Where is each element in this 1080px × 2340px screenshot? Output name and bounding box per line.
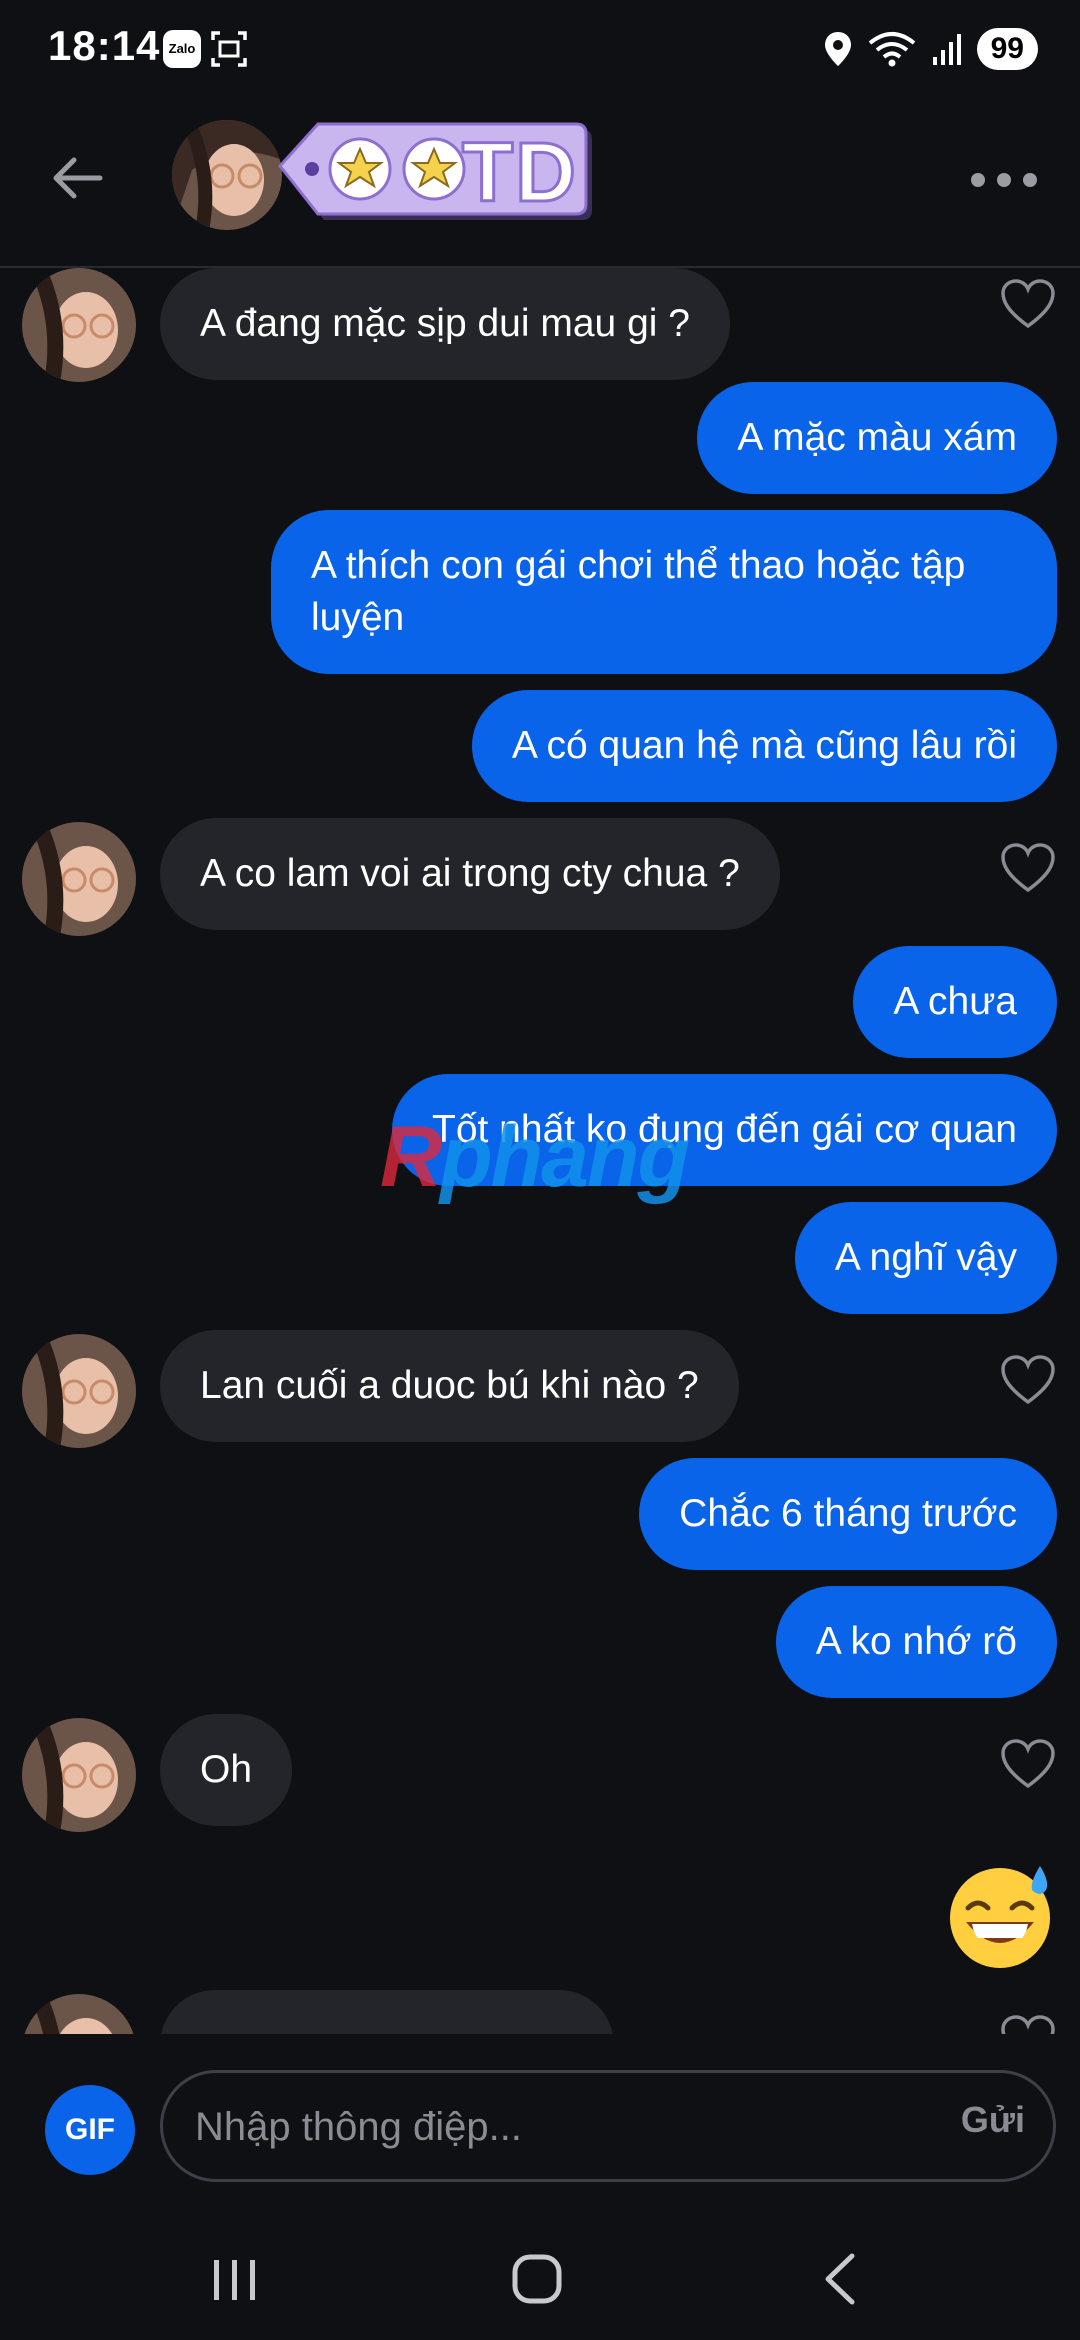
screenshot-icon xyxy=(211,31,247,67)
message-composer: GIF Gửi xyxy=(0,2034,1080,2214)
chat-header: TD xyxy=(0,100,1080,268)
message-bubble-outgoing[interactable]: A mặc màu xám xyxy=(697,382,1057,494)
sender-avatar[interactable] xyxy=(22,268,136,382)
sender-avatar[interactable] xyxy=(22,1994,136,2034)
back-arrow-icon[interactable] xyxy=(46,146,110,210)
back-icon[interactable] xyxy=(806,2244,876,2314)
signal-icon xyxy=(932,34,961,65)
status-bar: 18:14 Zalo 99 xyxy=(0,0,1080,100)
message-bubble-incoming[interactable]: Lan cuối a duoc bú khi nào ? xyxy=(160,1330,739,1442)
more-icon[interactable] xyxy=(964,160,1044,200)
message-bubble-incoming[interactable]: A đang mặc sịp dui mau gi ? xyxy=(160,268,730,380)
heart-icon[interactable] xyxy=(1000,1738,1056,1790)
message-bubble-outgoing[interactable]: A thích con gái chơi thể thao hoặc tập l… xyxy=(271,510,1057,674)
message-bubble-outgoing[interactable]: A ko nhớ rõ xyxy=(775,1586,1057,1698)
heart-icon[interactable] xyxy=(1000,278,1056,330)
message-bubble-incoming[interactable]: Oh xyxy=(160,1714,293,1826)
status-time: 18:14 xyxy=(48,22,161,69)
message-input-wrapper: Gửi xyxy=(160,2070,1056,2182)
heart-icon[interactable] xyxy=(1000,842,1056,894)
message-list[interactable]: A đang mặc sịp dui mau gi ? A mặc màu xá… xyxy=(0,268,1080,2034)
heart-icon[interactable] xyxy=(1000,2014,1056,2034)
message-bubble-outgoing[interactable]: A có quan hệ mà cũng lâu rồi xyxy=(471,690,1057,802)
battery-icon: 99 xyxy=(976,28,1038,70)
message-bubble-outgoing[interactable]: A nghĩ vậy xyxy=(794,1202,1057,1314)
location-icon xyxy=(824,32,851,66)
message-bubble-outgoing[interactable]: A chưa xyxy=(853,946,1057,1058)
wifi-icon xyxy=(868,32,915,67)
gif-button[interactable]: GIF xyxy=(45,2085,135,2175)
status-icons: 99 xyxy=(823,26,1038,72)
sender-avatar[interactable] xyxy=(22,822,136,936)
system-nav-bar xyxy=(0,2214,1080,2340)
message-bubble-incoming[interactable] xyxy=(160,1990,614,2034)
heart-icon[interactable] xyxy=(1000,1354,1056,1406)
recent-apps-icon[interactable] xyxy=(200,2244,270,2314)
message-bubble-incoming[interactable]: A co lam voi ai trong cty chua ? xyxy=(160,818,780,930)
watermark-logo: Rphang xyxy=(380,1109,690,1205)
home-icon[interactable] xyxy=(502,2244,572,2314)
grinning-sweat-emoji-icon[interactable] xyxy=(944,1860,1056,1972)
badge-text: TD xyxy=(461,124,578,221)
send-button[interactable]: Gửi xyxy=(961,2099,1025,2141)
zalo-icon: Zalo xyxy=(163,30,201,68)
sender-avatar[interactable] xyxy=(22,1334,136,1448)
message-bubble-outgoing[interactable]: Chắc 6 tháng trước xyxy=(639,1458,1057,1570)
message-input[interactable] xyxy=(193,2073,897,2181)
sender-avatar[interactable] xyxy=(22,1718,136,1832)
